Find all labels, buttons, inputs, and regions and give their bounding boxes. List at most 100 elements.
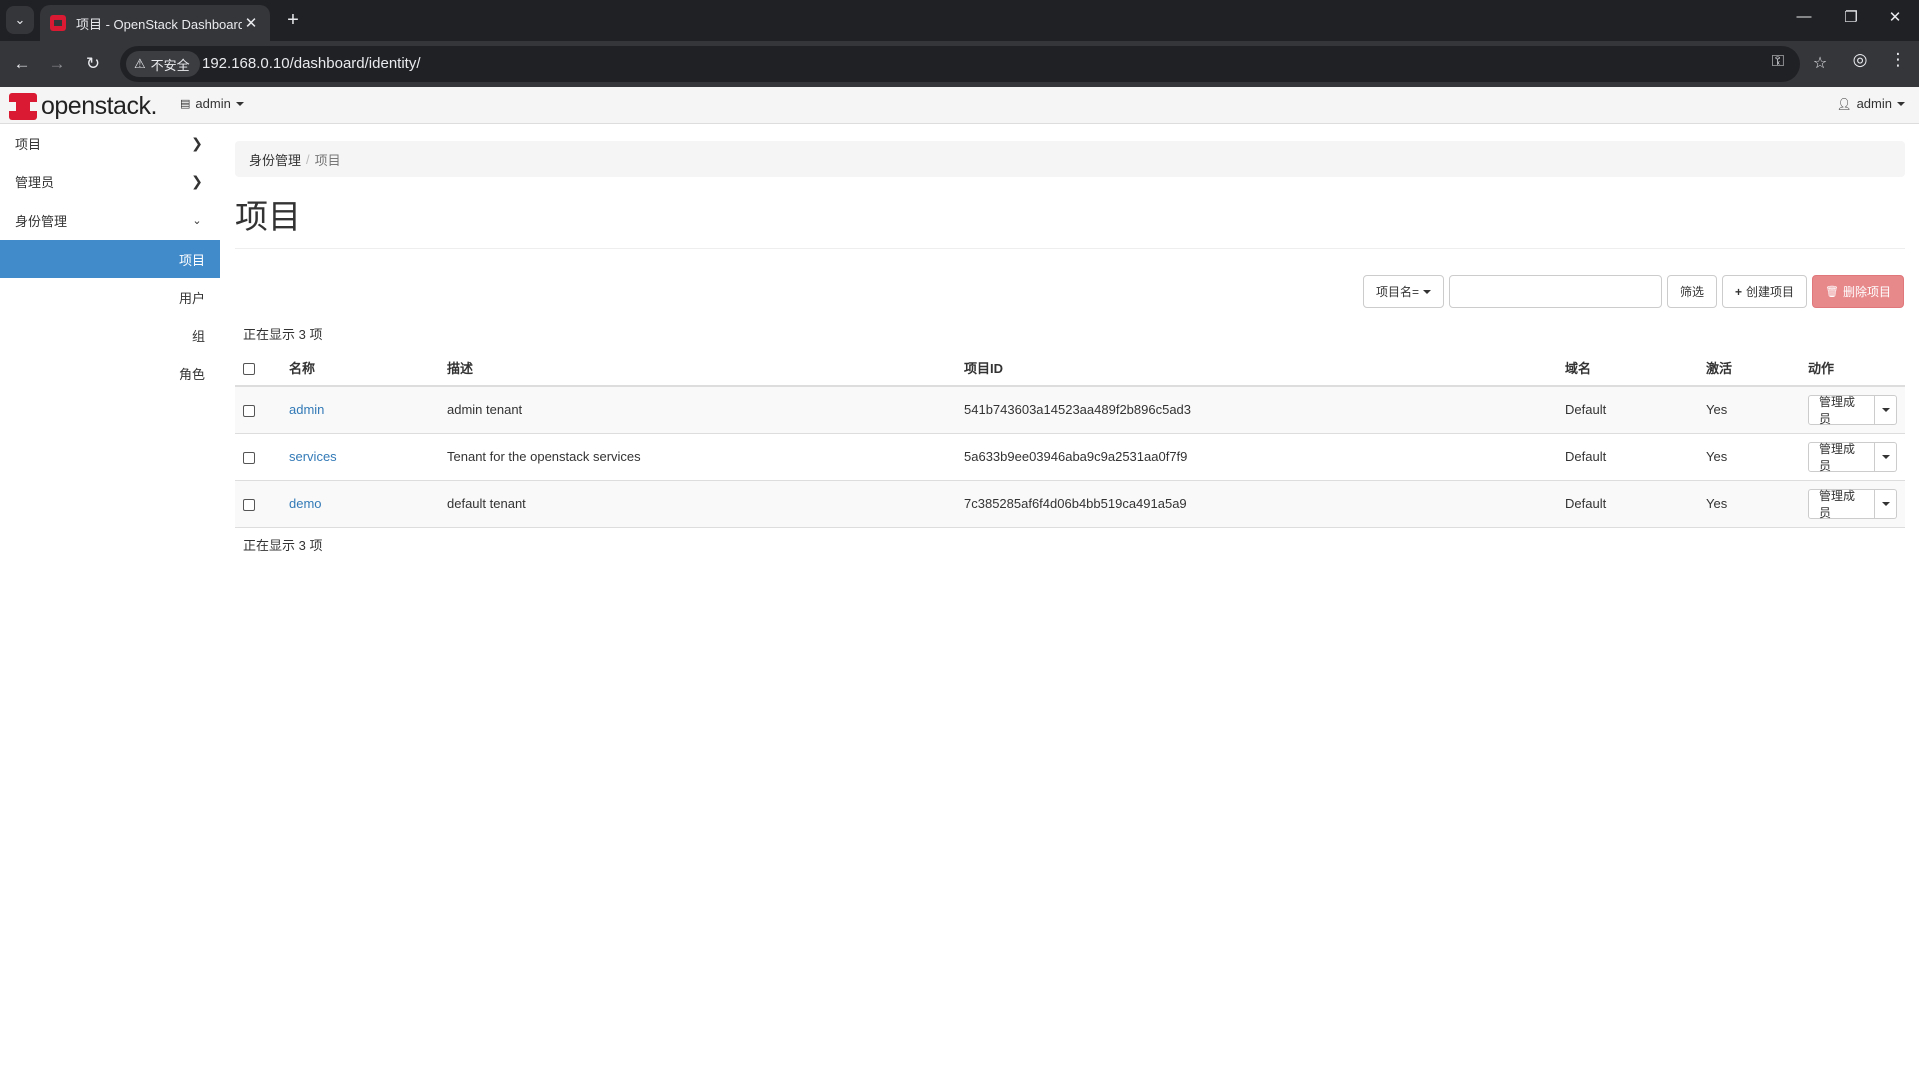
security-chip[interactable]: ⚠ 不安全 (126, 51, 200, 77)
row-actions-dropdown[interactable] (1875, 441, 1897, 472)
project-enabled: Yes (1698, 433, 1800, 481)
close-window-icon[interactable]: ✕ (1880, 8, 1910, 26)
restore-icon[interactable]: ❐ (1836, 8, 1866, 26)
url-text[interactable]: 192.168.0.10/dashboard/identity/ (202, 55, 421, 72)
column-header-actions: 动作 (1800, 350, 1905, 387)
caret-down-icon (1897, 101, 1905, 106)
sidebar-section-project[interactable]: 项目 ❯ (0, 124, 220, 162)
project-description: default tenant (439, 480, 956, 528)
project-id: 7c385285af6f4d06b4bb519ca491a5a9 (956, 480, 1557, 528)
sidebar-item-label: 项目 (178, 252, 205, 268)
column-header-project-id[interactable]: 项目ID (956, 350, 1557, 387)
sidebar-item-roles[interactable]: 角色 (0, 354, 220, 392)
row-select-cell (235, 480, 281, 528)
project-name-link[interactable]: admin (289, 402, 324, 417)
reload-icon[interactable]: ↻ (79, 50, 107, 78)
row-checkbox[interactable] (243, 498, 255, 511)
browser-toolbar: ← → ↻ ⚠ 不安全 192.168.0.10/dashboard/ident… (0, 41, 1919, 87)
chevron-down-icon: ⌄ (192, 215, 202, 227)
filter-field-label: 项目名= (1375, 285, 1419, 299)
openstack-logo[interactable]: openstack. (9, 92, 157, 121)
row-actions: 管理成员 (1808, 394, 1897, 426)
new-tab-icon[interactable]: + (280, 8, 306, 34)
address-bar[interactable]: ⚠ 不安全 192.168.0.10/dashboard/identity/ ⚿… (120, 46, 1827, 82)
plus-icon: + (1734, 284, 1742, 299)
select-all-checkbox[interactable] (243, 362, 255, 375)
password-key-icon[interactable]: ⚿ (1767, 53, 1789, 71)
openstack-logo-icon (9, 93, 37, 120)
caret-down-icon (1881, 407, 1890, 412)
project-name-cell: demo (281, 480, 439, 528)
manage-members-button[interactable]: 管理成员 (1808, 441, 1876, 473)
table-header-row: 名称 描述 项目ID 域名 激活 动作 (235, 350, 1905, 387)
row-actions-dropdown[interactable] (1875, 394, 1897, 425)
security-label: 不安全 (150, 57, 190, 73)
forward-icon[interactable]: → (43, 50, 71, 78)
openstack-header: openstack. ▤ admin 👤︎ admin (0, 87, 1919, 124)
openstack-favicon-icon (50, 15, 66, 31)
row-checkbox[interactable] (243, 404, 255, 417)
table-row: admin admin tenant 541b743603a14523aa489… (235, 386, 1905, 434)
back-icon[interactable]: ← (8, 50, 36, 78)
table-actions: 项目名= 筛选 + 创建项目 🗑︎ 删除项目 (1362, 275, 1904, 308)
caret-down-icon (1881, 454, 1890, 459)
bookmark-star-icon[interactable]: ☆ (1809, 53, 1831, 73)
sidebar-item-users[interactable]: 用户 (0, 278, 220, 316)
column-header-enabled[interactable]: 激活 (1698, 350, 1800, 387)
caret-down-icon (235, 101, 244, 106)
breadcrumb-parent[interactable]: 身份管理 (249, 150, 301, 169)
breadcrumb: 身份管理 / 项目 (235, 141, 1905, 177)
user-menu[interactable]: 👤︎ admin (1836, 96, 1905, 111)
project-name-cell: admin (281, 386, 439, 434)
table-row: services Tenant for the openstack servic… (235, 433, 1905, 481)
sidebar-section-label: 项目 (15, 136, 42, 152)
column-header-name[interactable]: 名称 (281, 350, 439, 387)
sidebar-item-groups[interactable]: 组 (0, 316, 220, 354)
sidebar-item-projects[interactable]: 项目 (0, 240, 220, 278)
manage-members-button[interactable]: 管理成员 (1808, 488, 1876, 520)
sidebar: 项目 ❯ 管理员 ❯ 身份管理 ⌄ 项目 用户 组 角色 (0, 124, 220, 392)
project-enabled: Yes (1698, 480, 1800, 528)
item-count-top: 正在显示 3 项 (243, 327, 323, 342)
page-title: 项目 (235, 198, 301, 235)
delete-projects-button[interactable]: 🗑︎ 删除项目 (1812, 275, 1904, 308)
sidebar-section-label: 身份管理 (15, 214, 68, 229)
profile-icon[interactable]: ◎ (1846, 50, 1874, 70)
browser-tab[interactable]: 项目 - OpenStack Dashboard ✕ (40, 5, 270, 41)
project-name-cell: services (281, 433, 439, 481)
manage-members-button[interactable]: 管理成员 (1808, 394, 1876, 426)
tab-title: 项目 - OpenStack Dashboard (76, 16, 242, 32)
filter-field-dropdown[interactable]: 项目名= (1362, 275, 1444, 308)
project-id: 541b743603a14523aa489f2b896c5ad3 (956, 386, 1557, 434)
trash-icon: 🗑︎ (1825, 286, 1839, 298)
column-header-domain[interactable]: 域名 (1557, 350, 1698, 387)
table-row: demo default tenant 7c385285af6f4d06b4bb… (235, 480, 1905, 528)
sidebar-section-label: 管理员 (15, 175, 55, 190)
sidebar-section-identity[interactable]: 身份管理 ⌄ (0, 201, 220, 240)
minimize-icon[interactable]: — (1789, 8, 1819, 25)
project-switcher-label: admin (195, 96, 231, 111)
browser-tab-bar: ⌄ 项目 - OpenStack Dashboard ✕ + — ❐ ✕ (0, 0, 1919, 41)
close-tab-icon[interactable]: ✕ (242, 14, 260, 32)
project-name-link[interactable]: services (289, 449, 337, 464)
chevron-right-icon: ❯ (191, 173, 203, 189)
caret-down-icon (1881, 501, 1890, 506)
filter-input[interactable] (1448, 275, 1662, 308)
sidebar-section-admin[interactable]: 管理员 ❯ (0, 162, 220, 201)
filter-button[interactable]: 筛选 (1666, 275, 1717, 308)
project-name-link[interactable]: demo (289, 496, 322, 511)
browser-menu-icon[interactable]: ⋮ (1884, 50, 1912, 70)
project-switcher[interactable]: ▤ admin (180, 96, 244, 111)
row-select-cell (235, 433, 281, 481)
delete-projects-label: 删除项目 (1842, 285, 1891, 299)
row-actions-dropdown[interactable] (1875, 488, 1897, 519)
row-actions: 管理成员 (1808, 488, 1897, 520)
breadcrumb-current: 项目 (314, 152, 341, 168)
row-actions-cell: 管理成员 (1800, 433, 1905, 481)
tab-search-icon[interactable]: ⌄ (6, 6, 34, 34)
create-project-button[interactable]: + 创建项目 (1721, 275, 1808, 308)
row-actions: 管理成员 (1808, 441, 1897, 473)
column-header-description[interactable]: 描述 (439, 350, 956, 387)
row-select-cell (235, 386, 281, 434)
row-checkbox[interactable] (243, 451, 255, 464)
